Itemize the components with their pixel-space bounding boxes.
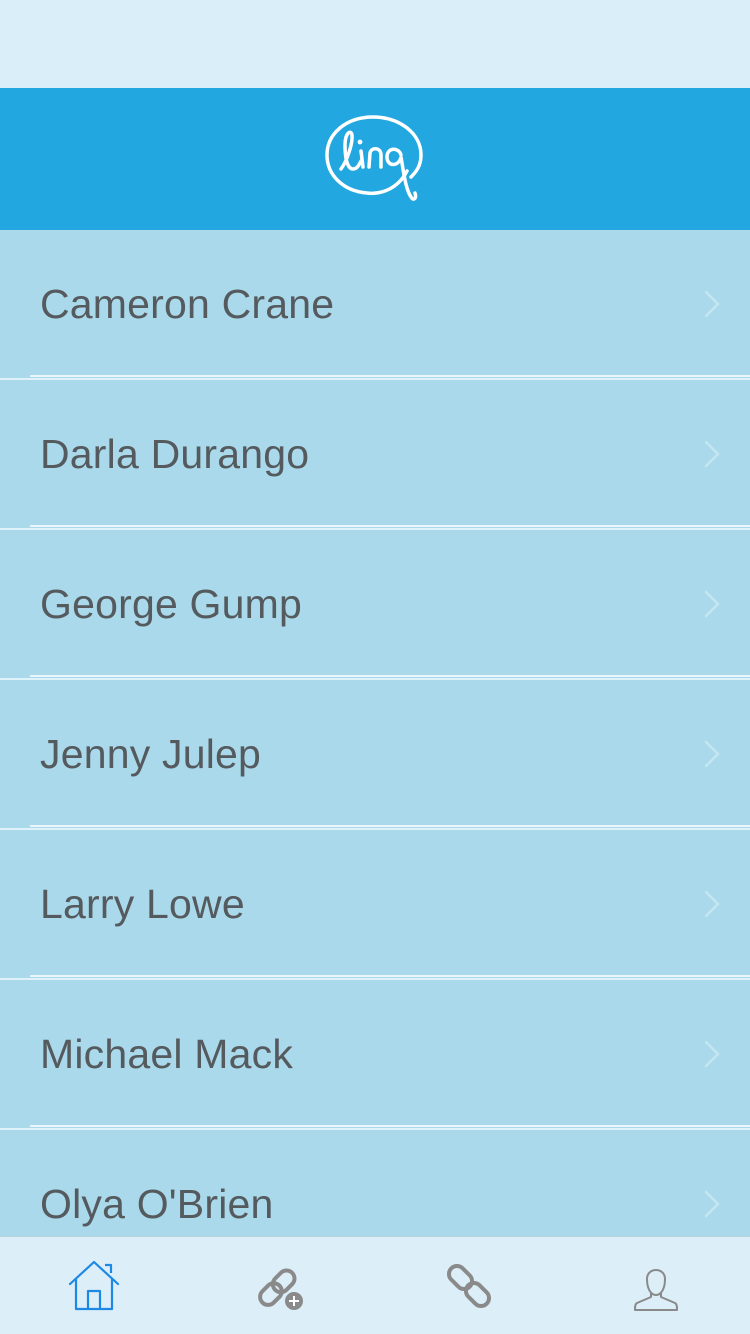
contact-name: Olya O'Brien <box>40 1180 274 1227</box>
contact-list: Cameron Crane Darla Durango George Gump … <box>0 230 750 1236</box>
link-add-icon <box>258 1268 304 1310</box>
chevron-right-icon <box>704 890 720 918</box>
tab-links[interactable] <box>375 1237 563 1334</box>
contact-name: Michael Mack <box>40 1030 294 1077</box>
link-icon <box>446 1263 491 1308</box>
chevron-right-icon <box>704 440 720 468</box>
list-item[interactable]: Darla Durango <box>0 380 750 530</box>
chevron-right-icon <box>704 1040 720 1068</box>
chevron-right-icon <box>704 1190 720 1218</box>
tab-profile[interactable] <box>563 1237 750 1334</box>
chevron-right-icon <box>704 740 720 768</box>
contact-name: George Gump <box>40 580 302 627</box>
tab-bar <box>0 1236 750 1334</box>
contact-name: Larry Lowe <box>40 880 245 927</box>
contact-name: Cameron Crane <box>40 280 335 327</box>
chevron-right-icon <box>704 290 720 318</box>
list-item[interactable]: Cameron Crane <box>0 230 750 380</box>
profile-icon <box>634 1268 679 1311</box>
contact-name: Jenny Julep <box>40 730 262 777</box>
tab-add-link[interactable] <box>188 1237 376 1334</box>
list-item[interactable]: George Gump <box>0 530 750 680</box>
status-bar <box>0 0 750 88</box>
list-item[interactable]: Olya O'Brien <box>0 1130 750 1236</box>
linq-logo <box>325 115 423 201</box>
chevron-right-icon <box>704 590 720 618</box>
list-item[interactable]: Jenny Julep <box>0 680 750 830</box>
contact-name: Darla Durango <box>40 430 310 477</box>
list-item[interactable]: Michael Mack <box>0 980 750 1130</box>
home-icon <box>68 1260 119 1310</box>
tab-home[interactable] <box>0 1237 188 1334</box>
list-item[interactable]: Larry Lowe <box>0 830 750 980</box>
nav-bar <box>0 88 750 230</box>
